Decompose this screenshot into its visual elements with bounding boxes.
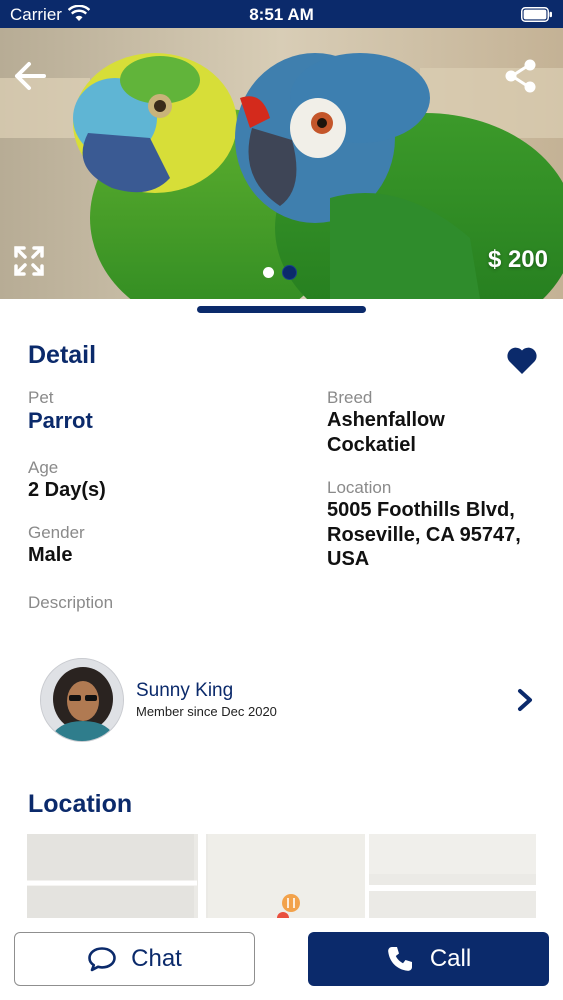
gender-value: Male [28,544,73,566]
share-icon [505,59,536,93]
chat-button[interactable]: Chat [14,932,255,986]
carousel-indicator [263,265,297,280]
location-value-line1: 5005 Foothills Blvd, [327,499,515,521]
location-title: Location [28,790,133,818]
map-tiles [27,834,536,918]
age-label: Age [28,458,59,477]
call-button-label: Call [429,945,472,972]
location-value-line3: USA [327,548,370,570]
gender-label: Gender [28,523,85,542]
favorite-button[interactable] [506,345,538,375]
location-label: Location [327,478,392,497]
heart-icon [507,347,537,374]
pet-value: Parrot [28,408,93,433]
age-value: 2 Day(s) [28,479,106,501]
status-bar: Carrier 8:51 AM [0,0,563,28]
carousel-dot-active[interactable] [282,265,297,280]
avatar [40,658,124,742]
status-time: 8:51 AM [249,5,314,24]
chat-button-label: Chat [131,945,182,972]
pet-label: Pet [28,388,54,407]
pet-photo-carousel[interactable]: $ 200 [0,28,563,299]
phone-icon [388,947,412,971]
breed-value-line1: Ashenfallow [327,409,445,431]
back-arrow-icon [15,62,46,90]
location-value-line2: Roseville, CA 95747, [327,524,521,546]
breed-value-line2: Cockatiel [327,434,416,456]
chat-bubble-icon [88,947,116,972]
seller-profile-button[interactable] [515,688,535,712]
price-label: $ 200 [487,246,548,273]
chevron-right-icon [518,689,532,711]
sheet-drag-handle[interactable] [197,306,366,313]
back-button[interactable] [10,56,50,96]
call-button[interactable]: Call [308,932,549,986]
parrots-photo [0,28,563,299]
share-button[interactable] [501,56,541,96]
seller-name: Sunny King [136,680,234,701]
seller-photo [41,659,123,741]
fullscreen-button[interactable] [10,242,48,280]
carousel-dot[interactable] [263,267,274,278]
detail-title: Detail [28,341,97,369]
seller-card[interactable]: Sunny King Member since Dec 2020 [28,652,535,748]
breed-label: Breed [327,388,373,407]
description-label: Description [28,593,114,612]
location-map[interactable] [27,834,536,918]
bottom-action-bar: Chat Call [0,918,563,1000]
expand-icon [14,246,44,276]
battery-icon [521,7,552,22]
seller-member-since: Member since Dec 2020 [136,704,277,719]
